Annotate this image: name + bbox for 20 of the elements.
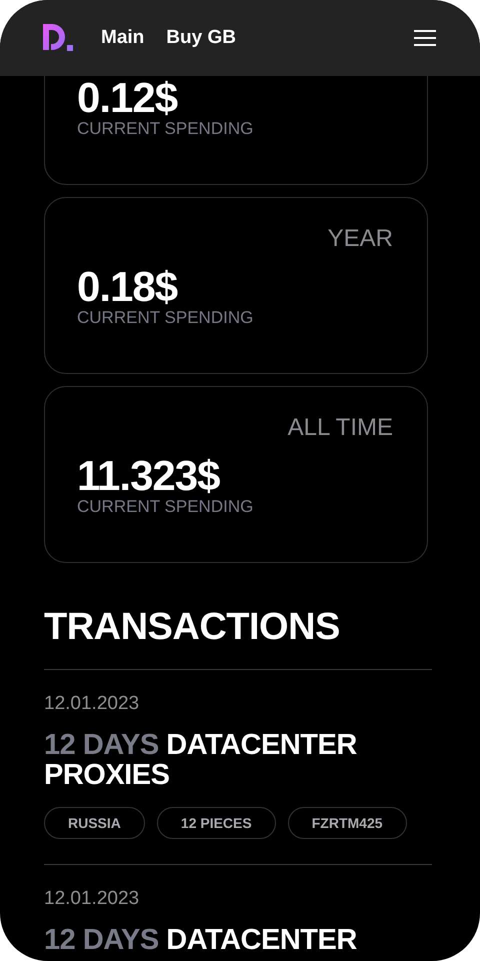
spending-amount: 0.12$ (77, 77, 178, 119)
period-label: YEAR (328, 224, 393, 254)
period-label: ALL TIME (288, 413, 393, 443)
nav-link[interactable]: Buy GB (166, 27, 236, 49)
menu-icon[interactable] (414, 30, 436, 46)
transaction-tag: 12 PIECES (156, 807, 276, 839)
transaction-title: 12 DAYS DATACENTER PROXIES (44, 730, 358, 790)
spending-amount: 0.18$ (77, 266, 178, 308)
spending-caption: CURRENT SPENDING (77, 308, 254, 328)
transaction-title: 12 DAYS DATACENTER (44, 925, 358, 955)
logo-icon[interactable] (43, 24, 75, 52)
spending-amount: 11.323$ (77, 455, 221, 497)
spending-caption: CURRENT SPENDING (77, 119, 254, 139)
transaction-tag: RUSSIA (44, 807, 145, 839)
spending-caption: CURRENT SPENDING (77, 497, 254, 517)
section-title: TRANSACTIONS (44, 605, 341, 649)
transaction-tag: FZRTM425 (288, 807, 407, 839)
transaction-date: 12.01.2023 (44, 887, 140, 911)
transaction-date: 12.01.2023 (44, 692, 140, 716)
nav-link[interactable]: Main (101, 27, 144, 49)
